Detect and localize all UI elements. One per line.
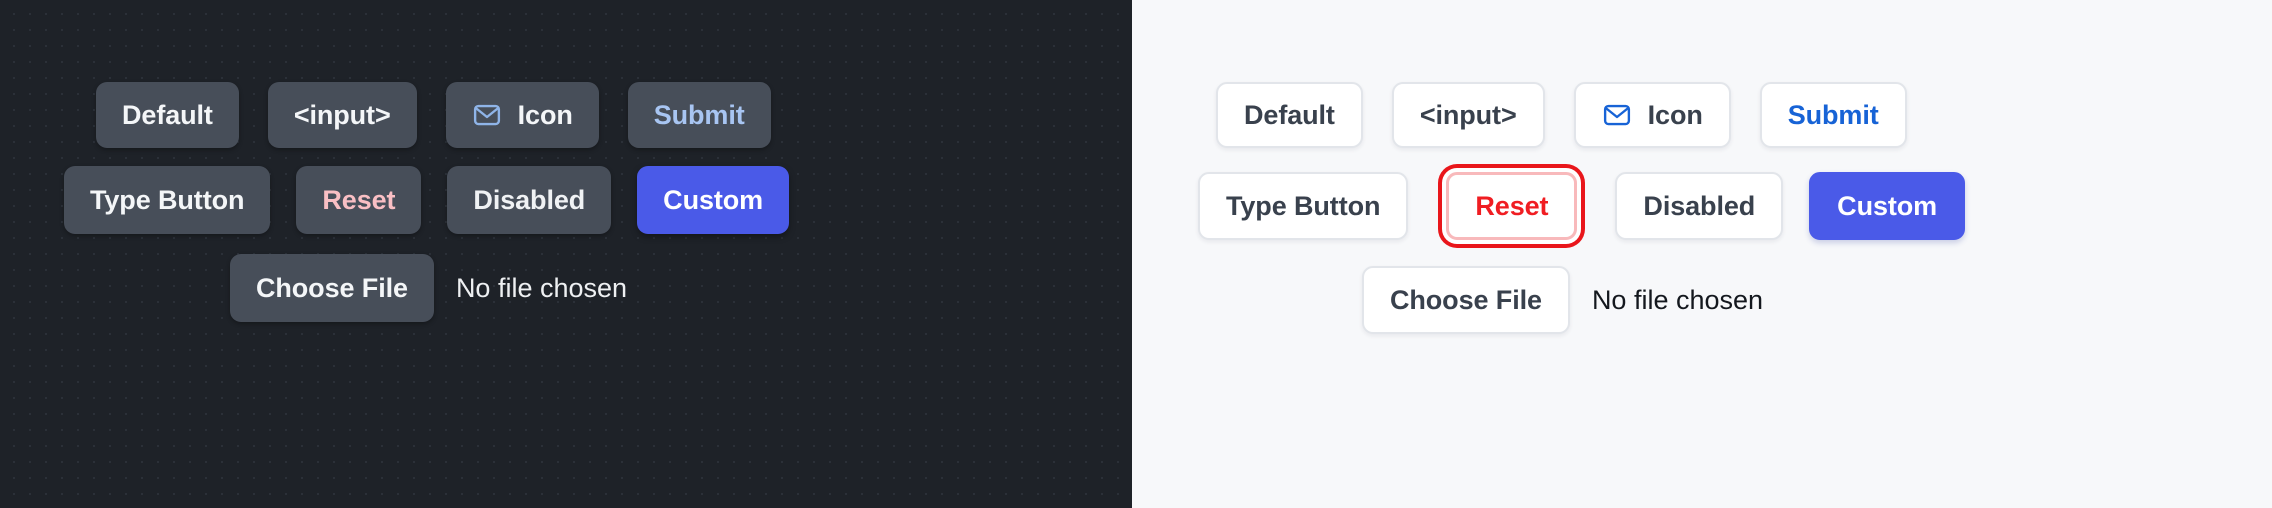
button-label: Choose File xyxy=(256,272,408,303)
envelope-icon xyxy=(1602,100,1632,130)
light-reset-button[interactable]: Reset xyxy=(1446,172,1578,240)
button-label: Submit xyxy=(1787,99,1879,130)
light-button-row-2: Type Button Reset Disabled Custom xyxy=(1198,166,1966,246)
button-label: Icon xyxy=(517,99,573,130)
light-icon-button[interactable]: Icon xyxy=(1573,82,1731,148)
light-input-button[interactable]: <input> xyxy=(1391,82,1545,148)
light-disabled-button: Disabled xyxy=(1615,172,1784,240)
dark-input-button[interactable]: <input> xyxy=(267,82,417,148)
button-label: Icon xyxy=(1647,99,1703,130)
light-custom-button[interactable]: Custom xyxy=(1809,172,1966,240)
light-theme-panel: Default <input> Icon Submit Type Button … xyxy=(1132,0,2272,508)
dark-theme-panel: Default <input> Icon Submit Type Button … xyxy=(0,0,1132,508)
button-label: Custom xyxy=(1837,190,1938,221)
dark-icon-button[interactable]: Icon xyxy=(445,82,599,148)
light-submit-button[interactable]: Submit xyxy=(1759,82,1907,148)
dark-button-stack: Default <input> Icon Submit Type Button … xyxy=(0,0,1132,508)
dark-type-button[interactable]: Type Button xyxy=(64,166,271,234)
dark-button-row-2: Type Button Reset Disabled Custom xyxy=(64,166,790,234)
envelope-icon xyxy=(472,100,502,130)
dark-file-input-row: Choose File No file chosen xyxy=(230,254,627,322)
dark-choose-file-button[interactable]: Choose File xyxy=(230,254,434,322)
button-label: Disabled xyxy=(1643,190,1756,221)
light-choose-file-button[interactable]: Choose File xyxy=(1362,266,1570,334)
dark-button-row-1: Default <input> Icon Submit xyxy=(96,82,771,148)
button-label: Type Button xyxy=(1226,190,1381,221)
dark-submit-button[interactable]: Submit xyxy=(627,82,771,148)
light-type-button[interactable]: Type Button xyxy=(1198,172,1409,240)
light-button-stack: Default <input> Icon Submit Type Button … xyxy=(1132,0,2272,508)
button-label: Type Button xyxy=(90,184,245,215)
light-default-button[interactable]: Default xyxy=(1216,82,1363,148)
button-label: Submit xyxy=(653,99,745,130)
light-file-input-row: Choose File No file chosen xyxy=(1362,266,1763,334)
dark-file-status-text: No file chosen xyxy=(455,272,628,303)
light-button-row-1: Default <input> Icon Submit xyxy=(1216,82,1907,148)
button-label: <input> xyxy=(1419,99,1517,130)
light-file-status-text: No file chosen xyxy=(1591,284,1764,315)
dark-default-button[interactable]: Default xyxy=(96,82,239,148)
dark-custom-button[interactable]: Custom xyxy=(637,166,790,234)
button-label: Custom xyxy=(663,184,764,215)
dark-disabled-button: Disabled xyxy=(447,166,612,234)
button-label: Reset xyxy=(322,184,396,215)
button-label: Disabled xyxy=(473,184,586,215)
button-label: Reset xyxy=(1475,190,1549,221)
button-label: Default xyxy=(122,99,213,130)
dark-reset-button[interactable]: Reset xyxy=(296,166,422,234)
button-label: Default xyxy=(1244,99,1335,130)
button-label: <input> xyxy=(293,99,391,130)
button-variants-comparison: Default <input> Icon Submit Type Button … xyxy=(0,0,2272,508)
button-label: Choose File xyxy=(1390,284,1542,315)
